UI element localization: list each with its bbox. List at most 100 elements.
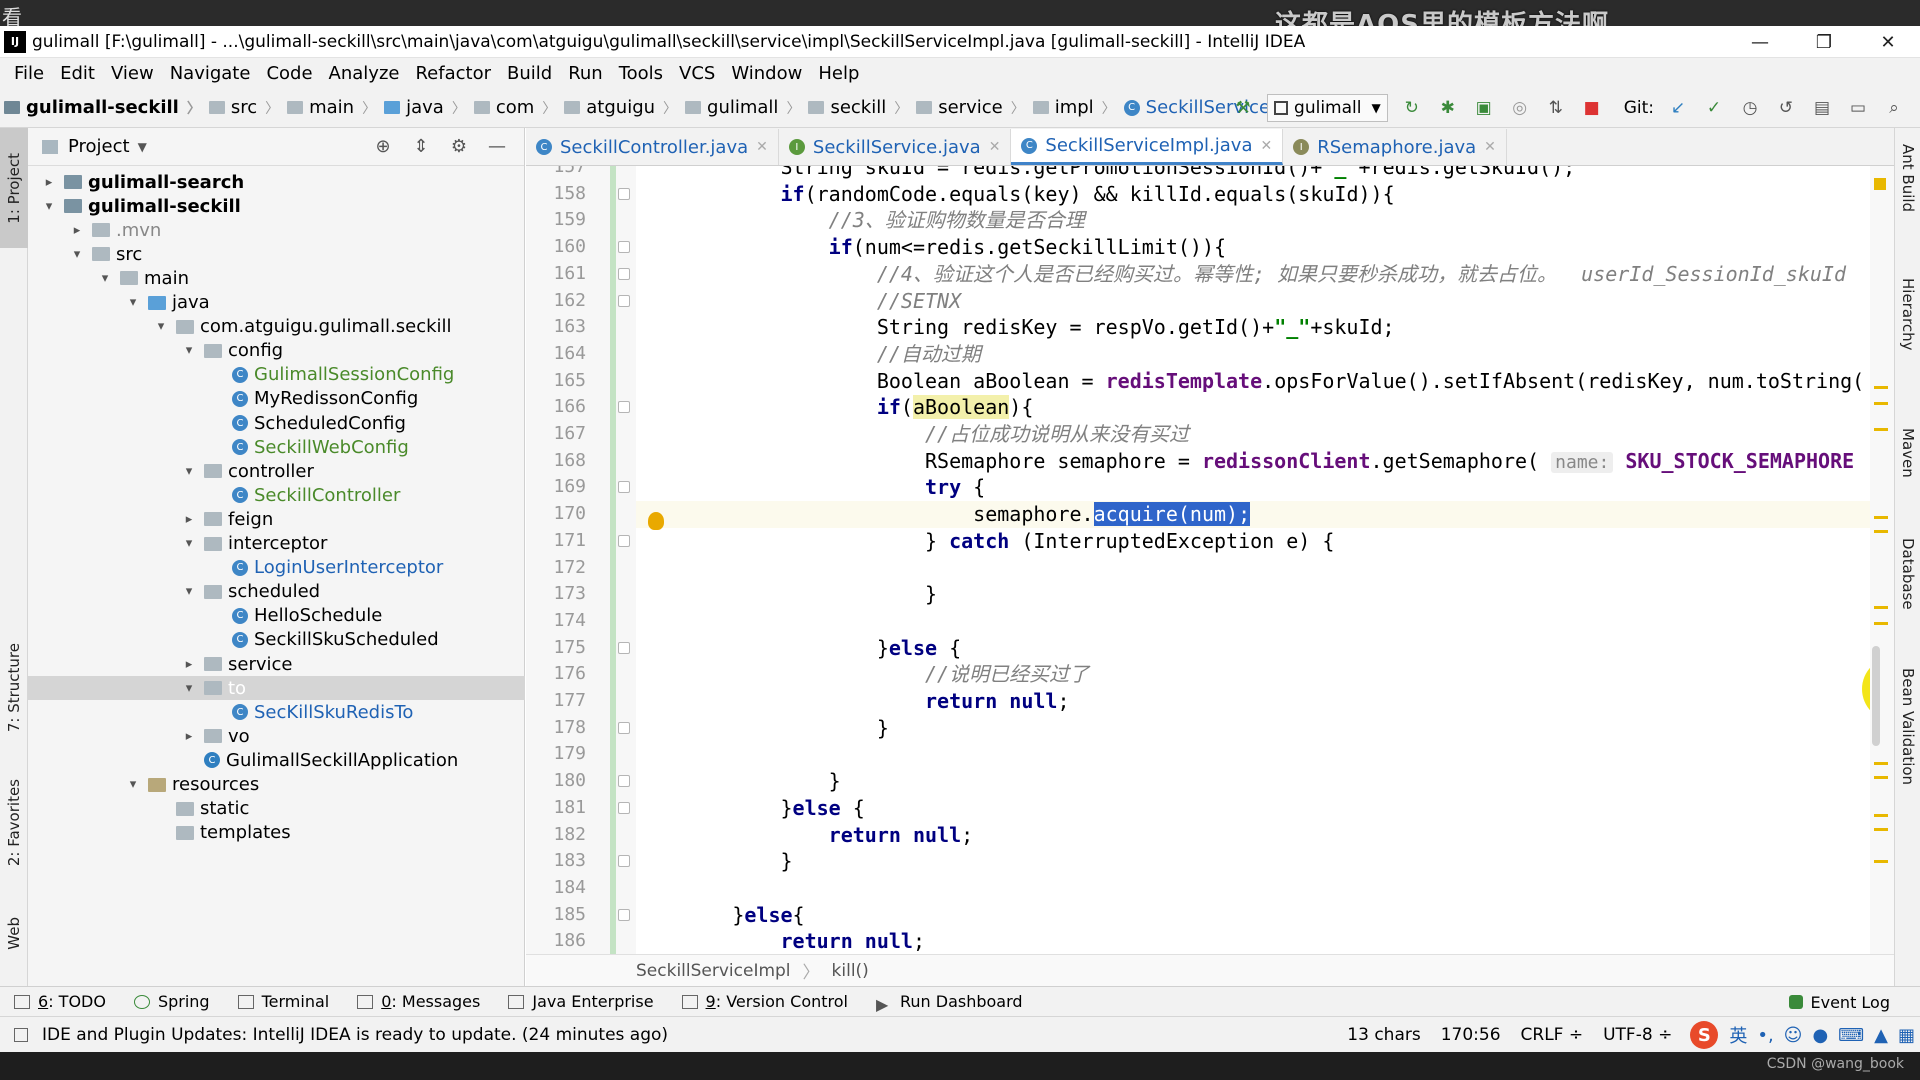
editor-tab[interactable]: C SeckillController.java ✕ xyxy=(526,129,779,165)
chevron-right-icon[interactable]: ▸ xyxy=(40,175,58,190)
nav-crumb-com[interactable]: com 〉 xyxy=(470,97,560,118)
tree-item[interactable]: C SecKillSkuRedisTo xyxy=(28,700,525,724)
code-line[interactable]: }else { xyxy=(636,635,1886,662)
code-line[interactable]: //4、验证这个人是否已经购买过。幂等性; 如果只要秒杀成功，就去占位。 use… xyxy=(636,261,1886,288)
chevron-right-icon[interactable]: ▸ xyxy=(180,512,198,527)
tool-terminal[interactable]: Terminal xyxy=(224,992,344,1011)
menu-build[interactable]: Build xyxy=(499,63,560,84)
tree-item[interactable]: ▸ vo xyxy=(28,724,525,748)
intention-lightbulb-icon[interactable] xyxy=(648,512,664,530)
tree-item[interactable]: ▾ main xyxy=(28,266,525,290)
menu-code[interactable]: Code xyxy=(258,63,320,84)
nav-crumb-seckill[interactable]: seckill 〉 xyxy=(804,97,912,118)
nav-crumb-gulimall[interactable]: gulimall 〉 xyxy=(681,97,804,118)
close-tab-icon[interactable]: ✕ xyxy=(756,139,768,155)
fold-marker-icon[interactable] xyxy=(618,241,630,254)
fold-marker-icon[interactable] xyxy=(618,641,630,654)
tool-tab-database[interactable]: Database xyxy=(1895,538,1920,658)
chevron-right-icon[interactable]: ▸ xyxy=(68,223,86,238)
build-hammer-icon[interactable]: ⚒ xyxy=(1231,96,1255,120)
fold-marker-icon[interactable] xyxy=(618,801,630,814)
close-tab-icon[interactable]: ✕ xyxy=(1260,138,1272,154)
code-line[interactable]: if(randomCode.equals(key) && killId.equa… xyxy=(636,181,1886,208)
code-line[interactable] xyxy=(636,741,1886,768)
minimize-button[interactable]: — xyxy=(1728,26,1792,58)
close-tab-icon[interactable]: ✕ xyxy=(1484,139,1496,155)
code-line[interactable] xyxy=(636,875,1886,902)
nav-crumb-main[interactable]: main 〉 xyxy=(283,97,380,118)
tool-version-control[interactable]: 9: Version Control xyxy=(668,992,862,1011)
code-line[interactable]: RSemaphore semaphore = redissonClient.ge… xyxy=(636,448,1886,475)
tree-item[interactable]: ▸ feign xyxy=(28,507,525,531)
git-update-icon[interactable]: ↙ xyxy=(1666,96,1690,120)
menu-file[interactable]: File xyxy=(6,63,52,84)
menu-help[interactable]: Help xyxy=(810,63,867,84)
tool-tab-web[interactable]: Web xyxy=(0,898,28,968)
presentation-icon[interactable]: ▭ xyxy=(1846,96,1870,120)
tree-item[interactable]: templates xyxy=(28,821,525,845)
code-line[interactable]: try { xyxy=(636,474,1886,501)
locate-target-icon[interactable]: ⊕ xyxy=(371,134,395,158)
code-line[interactable]: } xyxy=(636,581,1886,608)
fold-marker-icon[interactable] xyxy=(618,855,630,868)
tree-item[interactable]: ▾ src xyxy=(28,242,525,266)
code-line[interactable]: //说明已经买过了 xyxy=(636,661,1886,688)
menu-edit[interactable]: Edit xyxy=(52,63,103,84)
tree-item[interactable]: ▾ to xyxy=(28,676,525,701)
nav-crumb-atguigu[interactable]: atguigu 〉 xyxy=(560,97,681,118)
tool-tab-favorites[interactable]: 2: Favorites xyxy=(0,768,28,878)
code-line[interactable]: //自动过期 xyxy=(636,341,1886,368)
close-window-button[interactable]: ✕ xyxy=(1856,26,1920,58)
code-line[interactable]: } catch (InterruptedException e) { xyxy=(636,528,1886,555)
tree-item[interactable]: static xyxy=(28,797,525,821)
git-history-clock-icon[interactable]: ◷ xyxy=(1738,96,1762,120)
code-line[interactable]: //3、验证购物数量是否合理 xyxy=(636,207,1886,234)
editor-crumb-class[interactable]: SeckillServiceImpl xyxy=(636,961,791,981)
tree-item[interactable]: ▾ config xyxy=(28,339,525,363)
tree-item[interactable]: C LoginUserInterceptor xyxy=(28,556,525,580)
search-icon[interactable]: ⌕ xyxy=(1882,96,1906,120)
tool-tab-project[interactable]: 1: Project xyxy=(0,128,28,248)
tool-tab-structure[interactable]: 7: Structure xyxy=(0,628,28,748)
chevron-down-icon[interactable]: ▾ xyxy=(180,343,198,358)
fold-marker-icon[interactable] xyxy=(618,908,630,921)
tree-item[interactable]: C SeckillController xyxy=(28,483,525,507)
code-line[interactable]: return null; xyxy=(636,688,1886,715)
profile-icon[interactable]: ◎ xyxy=(1508,96,1532,120)
nav-crumb-java[interactable]: java 〉 xyxy=(380,97,470,118)
nav-crumb-impl[interactable]: impl 〉 xyxy=(1029,97,1120,118)
fold-marker-icon[interactable] xyxy=(618,534,630,547)
run-configuration-select[interactable]: gulimall ▼ xyxy=(1267,94,1388,122)
tool-run-dashboard[interactable]: ▶ Run Dashboard xyxy=(862,992,1037,1014)
tree-item[interactable]: ▾ resources xyxy=(28,773,525,797)
code-line[interactable]: String redisKey = respVo.getId()+"_"+sku… xyxy=(636,314,1886,341)
menu-window[interactable]: Window xyxy=(723,63,810,84)
chevron-down-icon[interactable]: ▾ xyxy=(124,777,142,792)
tree-item[interactable]: C SeckillSkuScheduled xyxy=(28,628,525,652)
sogou-ime-logo-icon[interactable]: S xyxy=(1690,1021,1719,1049)
tree-item[interactable]: ▾ gulimall-seckill xyxy=(28,194,525,218)
status-message[interactable]: IDE and Plugin Updates: IntelliJ IDEA is… xyxy=(42,1025,668,1045)
hide-panel-icon[interactable]: — xyxy=(485,134,509,158)
collapse-all-icon[interactable]: ⇕ xyxy=(409,134,433,158)
code-line[interactable]: }else{ xyxy=(636,902,1886,929)
chevron-down-icon[interactable]: ▾ xyxy=(180,681,198,696)
chevron-right-icon[interactable]: ▸ xyxy=(180,729,198,744)
chevron-right-icon[interactable]: ▸ xyxy=(180,657,198,672)
close-tab-icon[interactable]: ✕ xyxy=(989,139,1001,155)
stop-icon[interactable]: ■ xyxy=(1580,96,1604,120)
vertical-scrollbar-thumb[interactable] xyxy=(1872,646,1880,746)
tree-item[interactable]: C GulimallSessionConfig xyxy=(28,363,525,387)
ime-tools-icon[interactable]: ▦ xyxy=(1898,1025,1915,1046)
ime-language-label[interactable]: 英 xyxy=(1729,1022,1747,1048)
editor-tab[interactable]: I RSemaphore.java ✕ xyxy=(1283,129,1507,165)
git-commit-check-icon[interactable]: ✓ xyxy=(1702,96,1726,120)
chevron-down-icon[interactable]: ▾ xyxy=(96,271,114,286)
code-line[interactable]: Boolean aBoolean = redisTemplate.opsForV… xyxy=(636,368,1886,395)
tree-item[interactable]: ▸ gulimall-search xyxy=(28,170,525,194)
menu-view[interactable]: View xyxy=(103,63,162,84)
ime-punctuation-icon[interactable]: •, xyxy=(1757,1025,1773,1046)
ime-voice-icon[interactable]: ● xyxy=(1812,1025,1828,1046)
fold-marker-icon[interactable] xyxy=(618,267,630,280)
chevron-down-icon[interactable]: ▾ xyxy=(68,247,86,262)
